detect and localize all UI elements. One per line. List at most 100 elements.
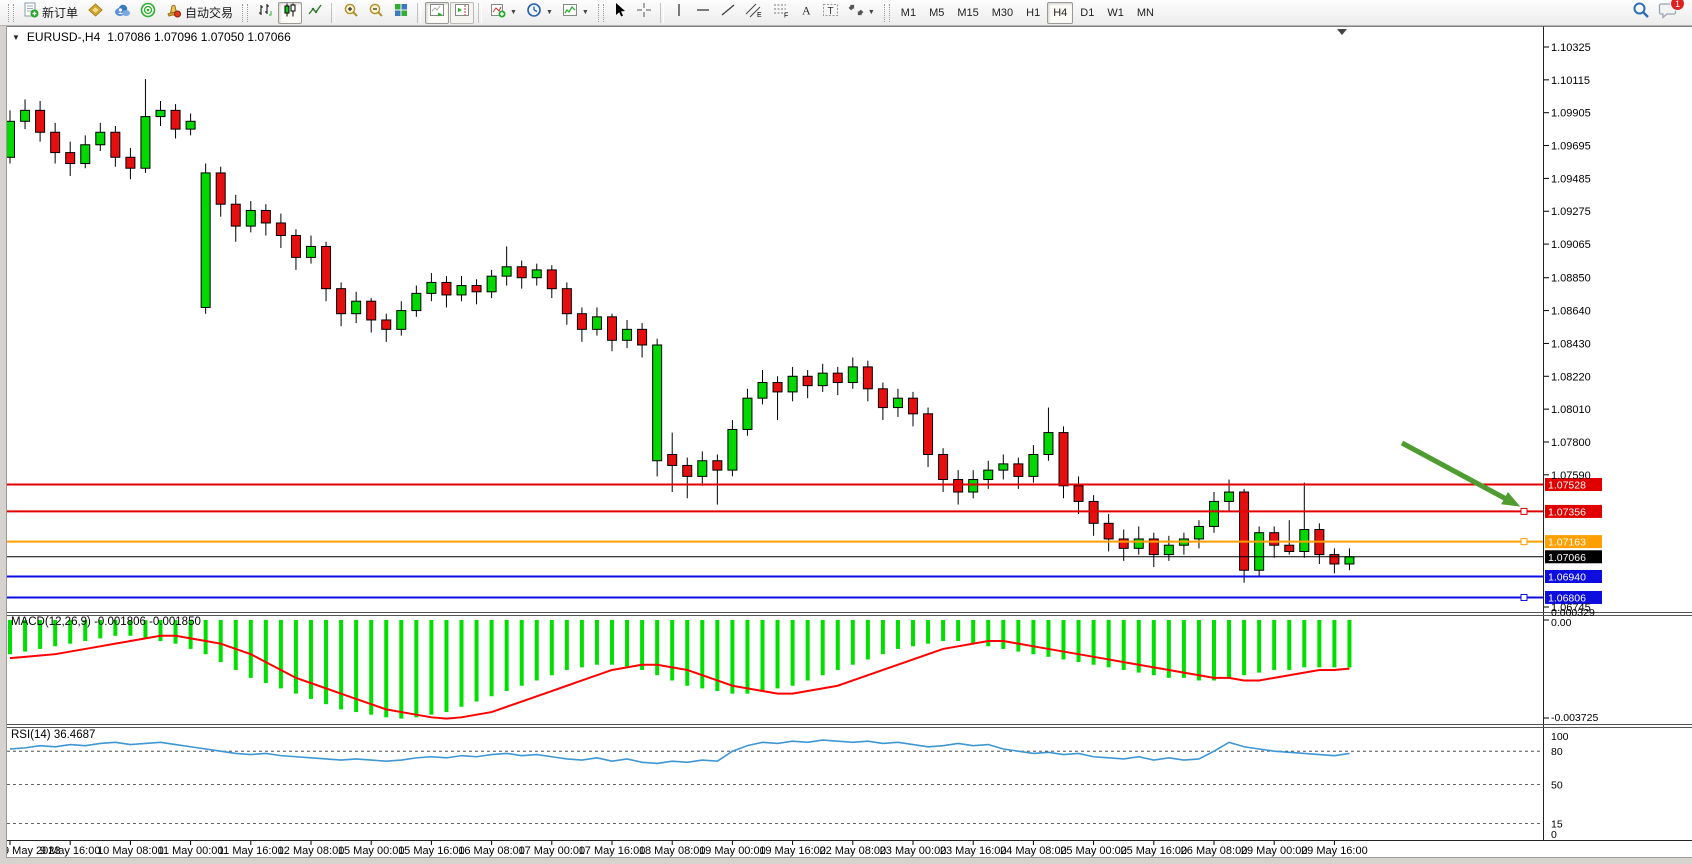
chat-button[interactable]: 1	[1658, 1, 1678, 24]
autotrading-icon	[165, 2, 182, 23]
chevron-down-icon[interactable]: ▼	[510, 9, 517, 16]
timeframe-w1[interactable]: W1	[1101, 2, 1130, 24]
svg-text:1.07356: 1.07356	[1548, 506, 1586, 518]
text-button[interactable]: A	[795, 2, 817, 24]
mql5-community-button[interactable]	[109, 2, 135, 24]
svg-text:0: 0	[1551, 829, 1557, 841]
trendline-icon	[720, 2, 736, 23]
autotrading-label: 自动交易	[185, 4, 233, 21]
toolbar-grip	[8, 4, 14, 22]
chart-title: ▼ EURUSD-,H4 1.07086 1.07096 1.07050 1.0…	[12, 30, 291, 44]
tile-windows-button[interactable]	[389, 2, 413, 24]
crosshair-icon	[636, 2, 652, 23]
toolbar-grip	[884, 4, 890, 22]
svg-text:80: 80	[1551, 746, 1563, 758]
svg-text:23 May 16:00: 23 May 16:00	[940, 845, 1007, 857]
timeframe-m15[interactable]: M15	[951, 2, 984, 24]
chart-canvas[interactable]: 1.075281.073561.071631.070661.069401.068…	[0, 0, 1692, 864]
timeframe-h1[interactable]: H1	[1020, 2, 1046, 24]
toolbar-grip	[242, 4, 248, 22]
indicators-icon	[490, 2, 506, 23]
candlestick-chart-button[interactable]	[278, 2, 302, 24]
toolbar-separator	[417, 3, 421, 23]
svg-text:50: 50	[1551, 780, 1563, 792]
timeframe-m30[interactable]: M30	[986, 2, 1019, 24]
svg-text:19 May 00:00: 19 May 00:00	[699, 845, 766, 857]
equidistant-channel-icon: E	[745, 2, 763, 23]
svg-text:22 May 08:00: 22 May 08:00	[819, 845, 886, 857]
indicators-button[interactable]: ▼	[486, 2, 521, 24]
metaeditor-button[interactable]	[83, 2, 108, 24]
horizontal-line-button[interactable]	[691, 2, 715, 24]
svg-text:25 May 16:00: 25 May 16:00	[1120, 845, 1187, 857]
svg-text:11 May 00:00: 11 May 00:00	[158, 845, 224, 857]
search-icon[interactable]	[1632, 1, 1650, 24]
svg-text:29 May 16:00: 29 May 16:00	[1301, 845, 1368, 857]
chevron-down-icon[interactable]: ▼	[582, 9, 589, 16]
svg-text:1.09905: 1.09905	[1551, 108, 1591, 120]
timeframe-h4[interactable]: H4	[1047, 2, 1073, 24]
svg-text:9 May 16:00: 9 May 16:00	[40, 845, 101, 857]
zoom-in-icon	[343, 2, 359, 23]
svg-text:1.10325: 1.10325	[1551, 42, 1591, 54]
signals-button[interactable]	[136, 2, 160, 24]
svg-text:1.07800: 1.07800	[1551, 437, 1591, 449]
vertical-line-icon	[673, 2, 685, 23]
svg-text:15 May 00:00: 15 May 00:00	[338, 845, 405, 857]
svg-text:-0.003725: -0.003725	[1551, 712, 1598, 724]
svg-text:1.10115: 1.10115	[1551, 75, 1590, 87]
window-left-edge	[0, 26, 7, 864]
svg-text:29 May 00:00: 29 May 00:00	[1241, 845, 1308, 857]
svg-text:1.09695: 1.09695	[1551, 141, 1591, 153]
arrows-button[interactable]: ▼	[844, 2, 879, 24]
svg-text:1.08220: 1.08220	[1551, 371, 1591, 383]
zoom-out-button[interactable]	[364, 2, 388, 24]
autotrading-button[interactable]: 自动交易	[161, 2, 237, 24]
fibonacci-button[interactable]: F	[768, 2, 794, 24]
chevron-down-icon[interactable]: ▼	[868, 9, 875, 16]
chart-ohlc-values: 1.07086 1.07096 1.07050 1.07066	[107, 30, 291, 44]
trendline-button[interactable]	[716, 2, 740, 24]
line-chart-button[interactable]	[303, 2, 327, 24]
equidistant-channel-button[interactable]: E	[741, 2, 767, 24]
bar-chart-icon	[257, 2, 273, 23]
timeframe-mn[interactable]: MN	[1131, 2, 1160, 24]
zoom-in-button[interactable]	[339, 2, 363, 24]
svg-text:10 May 08:00: 10 May 08:00	[97, 845, 164, 857]
templates-button[interactable]: ▼	[558, 2, 593, 24]
svg-text:1.08850: 1.08850	[1551, 273, 1591, 285]
svg-text:1.07590: 1.07590	[1551, 470, 1591, 482]
svg-text:1.08640: 1.08640	[1551, 306, 1591, 318]
crosshair-button[interactable]	[632, 2, 656, 24]
vertical-line-button[interactable]	[668, 2, 690, 24]
svg-text:1.09275: 1.09275	[1551, 206, 1591, 218]
text-icon: A	[799, 2, 813, 23]
chart-shift-icon	[454, 2, 470, 23]
svg-text:11 May 16:00: 11 May 16:00	[218, 845, 284, 857]
bar-chart-button[interactable]	[253, 2, 277, 24]
timeframe-d1[interactable]: D1	[1074, 2, 1100, 24]
new-order-button[interactable]: 新订单	[19, 2, 82, 24]
svg-text:A: A	[802, 4, 811, 18]
svg-text:18 May 08:00: 18 May 08:00	[639, 845, 706, 857]
svg-text:23 May 00:00: 23 May 00:00	[880, 845, 947, 857]
chart-shift-button[interactable]	[450, 2, 474, 24]
chevron-down-icon[interactable]: ▼	[12, 33, 20, 42]
cursor-button[interactable]	[609, 2, 631, 24]
svg-text:17 May 00:00: 17 May 00:00	[518, 845, 585, 857]
timeframe-m5[interactable]: M5	[923, 2, 950, 24]
timeframe-m1[interactable]: M1	[895, 2, 922, 24]
tile-windows-icon	[393, 2, 409, 23]
cursor-icon	[613, 2, 627, 23]
auto-scroll-button[interactable]	[425, 2, 449, 24]
periods-button[interactable]: ▼	[522, 2, 557, 24]
window-bottom-edge	[0, 858, 1692, 864]
metaeditor-icon	[87, 2, 104, 23]
text-label-button[interactable]: T	[818, 2, 843, 24]
svg-text:1.07066: 1.07066	[1548, 552, 1586, 564]
chevron-down-icon[interactable]: ▼	[546, 9, 553, 16]
line-chart-icon	[307, 2, 323, 23]
svg-text:26 May 08:00: 26 May 08:00	[1181, 845, 1248, 857]
zoom-out-icon	[368, 2, 384, 23]
svg-text:16 May 08:00: 16 May 08:00	[458, 845, 525, 857]
